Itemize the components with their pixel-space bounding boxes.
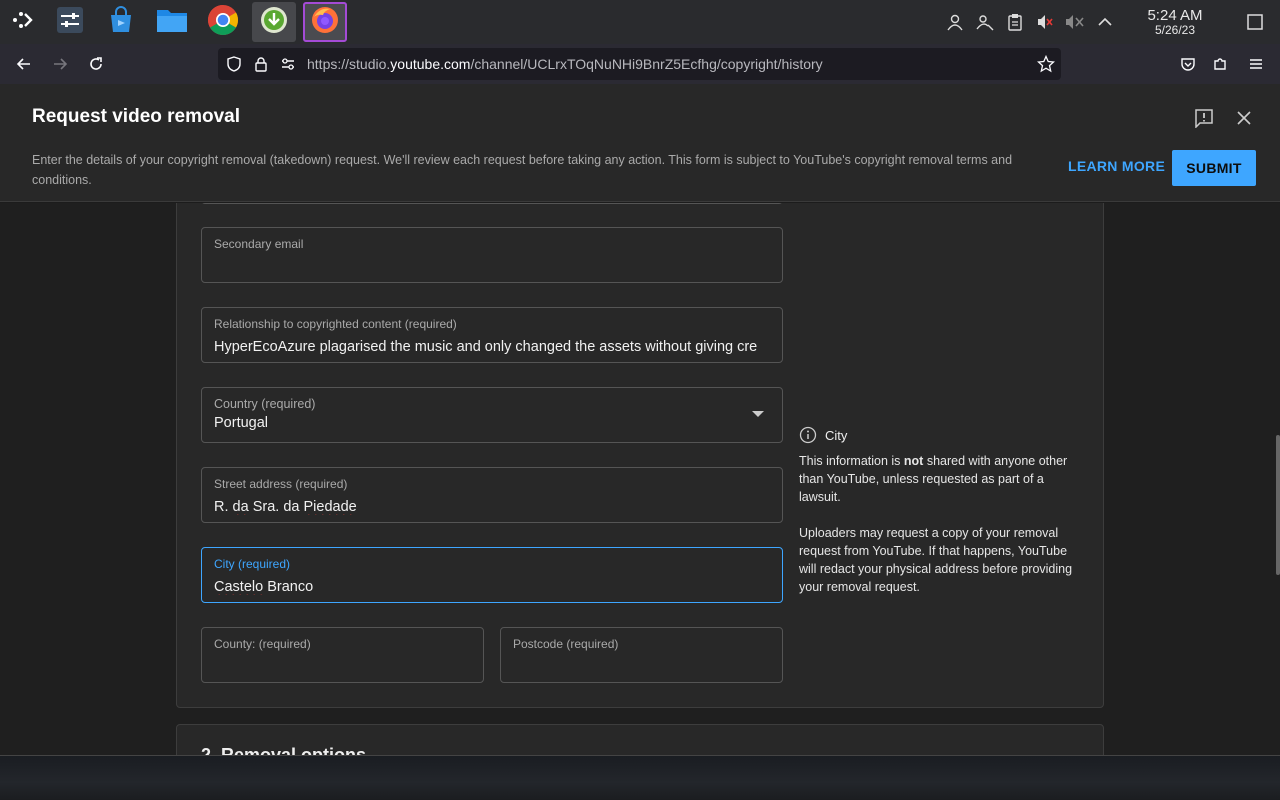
city-field[interactable]: City (required) Castelo Branco [201,547,783,603]
pocket-icon [1181,58,1195,71]
contact-info-card: Secondary email Relationship to copyrigh… [176,203,1104,708]
submit-button[interactable]: SUBMIT [1172,150,1256,186]
puzzle-icon [1214,58,1226,70]
taskbar-chrome[interactable] [201,2,245,42]
field-label: Street address (required) [214,477,348,491]
text-run: Sra. [248,499,284,515]
hamburger-icon [1250,59,1262,69]
field-value: R. da Sra. da Piedade [214,499,770,515]
user-icon[interactable] [940,0,970,44]
clipboard-icon[interactable] [1000,0,1030,44]
street-address-field[interactable]: Street address (required) R. da Sra. da … [201,467,783,523]
info-heading-text: City [825,427,848,443]
text-run: This information is [799,454,904,468]
shield-icon[interactable] [226,56,242,77]
arrow-right-icon [54,58,68,70]
browser-toolbar: https://studio.youtube.com/channel/UCLrx… [0,44,1280,84]
field-label: Relationship to copyrighted content (req… [214,317,457,331]
close-icon[interactable] [1232,106,1256,130]
info-icon [799,426,817,444]
country-select[interactable]: Country (required) Portugal [201,387,783,443]
pocket-button[interactable] [1170,46,1206,82]
forward-button[interactable] [42,46,78,82]
permissions-icon[interactable] [280,56,296,77]
taskbar-downloader[interactable] [252,2,296,42]
text-run: da [232,499,249,515]
text-run: R. [214,499,233,515]
extensions-button[interactable] [1202,46,1238,82]
info-paragraph-privacy: This information is not shared with anyo… [799,452,1083,506]
text-run: Piedade [303,499,357,515]
url-host: youtube.com [390,56,471,72]
clock[interactable]: 5:24 AM 5/26/23 [1120,8,1230,36]
section-title: 2. Removal options [201,745,367,755]
download-icon [260,6,288,39]
county-field[interactable]: County: (required) [201,627,484,683]
settings-sliders-icon [56,6,84,39]
chrome-icon [207,4,239,41]
system-tray: 5:24 AM 5/26/23 [940,0,1280,44]
text-run: Branco [263,579,314,595]
field-label: City (required) [214,557,291,571]
field-label: Secondary email [214,237,304,251]
form-scroll-area[interactable]: Secondary email Relationship to copyrigh… [0,203,1280,755]
previous-field-edge [201,203,783,204]
taskbar-firefox[interactable] [303,2,347,42]
scrollbar-thumb[interactable] [1276,435,1280,575]
postcode-field[interactable]: Postcode (required) [500,627,783,683]
learn-more-button[interactable]: LEARN MORE [1068,158,1165,174]
dialog-description: Enter the details of your copyright remo… [32,153,1013,187]
dropdown-arrow-icon [752,411,764,417]
clock-date: 5/26/23 [1154,23,1196,37]
url-bar[interactable]: https://studio.youtube.com/channel/UCLrx… [218,48,1061,80]
store-bag-icon [107,5,135,39]
url-text[interactable]: https://studio.youtube.com/channel/UCLrx… [307,56,823,72]
field-label: Country (required) [214,397,316,411]
text-run: Castelo [214,579,264,595]
text-run: da [283,499,300,515]
show-desktop-icon[interactable] [1230,0,1280,44]
dialog-header: Request video removal Enter the details … [0,84,1280,202]
chevron-up-icon[interactable] [1090,0,1120,44]
folder-icon [156,7,188,38]
taskbar-store[interactable] [99,2,143,42]
dialog-title: Request video removal [32,106,241,127]
user-switch-icon[interactable] [970,0,1000,44]
info-paragraph-redaction: Uploaders may request a copy of your rem… [799,526,1073,594]
arrow-left-icon [16,58,30,70]
secondary-email-field[interactable]: Secondary email [201,227,783,283]
url-scheme: https://studio. [307,56,391,72]
microphone-muted-icon[interactable] [1060,0,1090,44]
reload-button[interactable] [78,46,114,82]
removal-options-card: 2. Removal options [176,724,1104,755]
clock-time: 5:24 AM [1147,7,1203,24]
taskbar-settings[interactable] [48,2,92,42]
city-info-panel: City This information is not shared with… [799,426,1083,596]
launcher-icon [10,8,34,37]
reload-icon [90,57,102,70]
field-value: Castelo Branco [214,579,770,595]
app-launcher-button[interactable] [0,2,44,42]
lock-icon[interactable] [254,56,268,77]
taskbar-files[interactable] [150,2,194,42]
emphasis: not [903,454,924,468]
taskbar: 5:24 AM 5/26/23 [0,0,1280,44]
url-path: /channel/UCLrxTOqNuNHi9BnrZ5Ecfhg/copyri… [470,56,823,72]
field-label: County: (required) [214,637,311,651]
relationship-field[interactable]: Relationship to copyrighted content (req… [201,307,783,363]
back-button[interactable] [6,46,42,82]
menu-button[interactable] [1238,46,1274,82]
field-value: Portugal [214,415,269,431]
bookmark-star-icon[interactable] [1036,54,1056,78]
volume-muted-icon[interactable] [1030,0,1060,44]
firefox-icon [310,5,340,40]
desktop-wallpaper-strip [0,755,1280,800]
field-value: HyperEcoAzure plagarised the music and o… [214,339,758,355]
info-heading: City [799,426,1083,444]
field-label: Postcode (required) [513,637,619,651]
feedback-icon[interactable] [1192,106,1216,130]
